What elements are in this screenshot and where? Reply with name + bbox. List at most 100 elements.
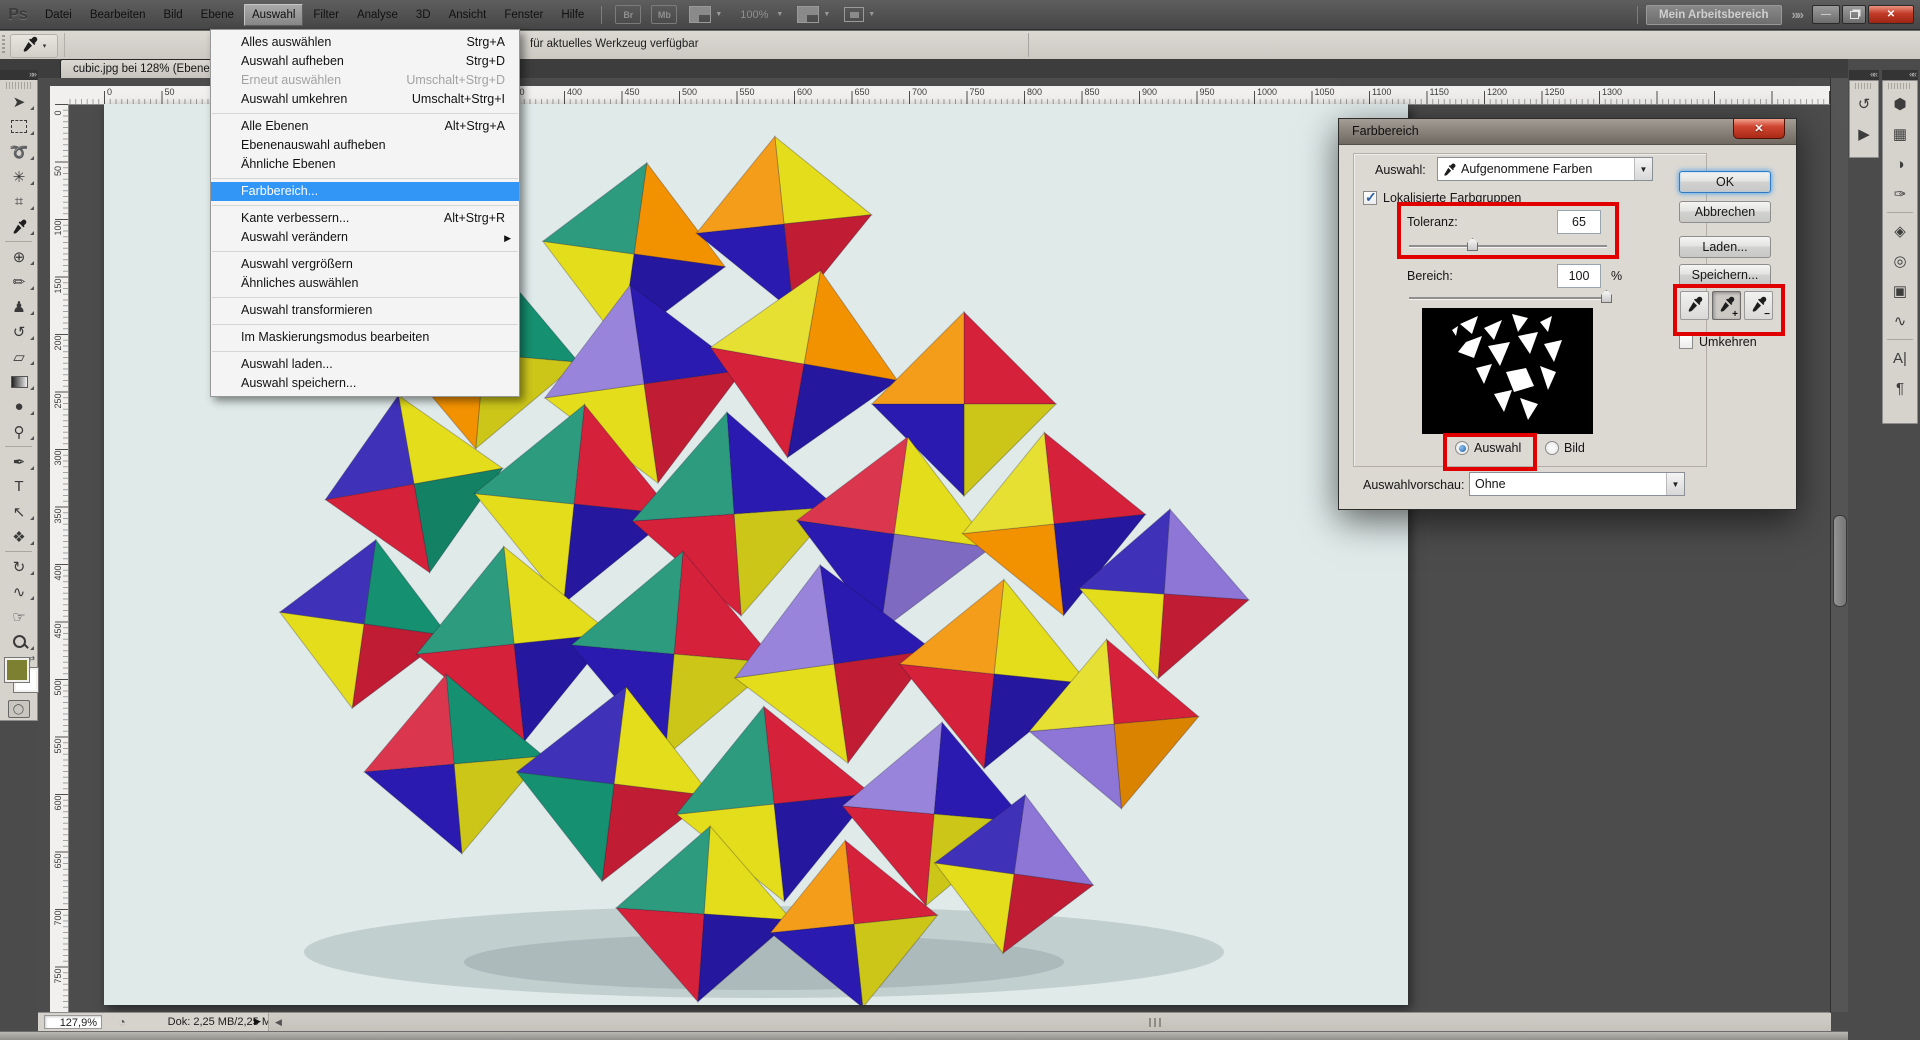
menu-analyse[interactable]: Analyse xyxy=(349,4,406,26)
scroll-left-arrow[interactable]: ◀ xyxy=(275,1017,282,1028)
spot-healing-tool[interactable]: ⊕ xyxy=(0,244,38,269)
workspace-overflow-chevron[interactable]: »» xyxy=(1792,7,1802,22)
workspace-button[interactable]: Mein Arbeitsbereich xyxy=(1646,5,1782,25)
vertical-scrollbar[interactable] xyxy=(1830,78,1848,1012)
view-extras-button[interactable]: ▼ xyxy=(689,6,722,23)
menu-item-auswahl-transformieren[interactable]: Auswahl transformieren xyxy=(211,301,519,320)
selection-preview-dropdown[interactable]: Ohne ▼ xyxy=(1469,472,1685,496)
tolerance-field[interactable]: 65 xyxy=(1557,210,1601,234)
horizontal-scrollbar-grip[interactable] xyxy=(1149,1018,1163,1027)
subtract-eyedropper-button[interactable]: − xyxy=(1744,291,1773,320)
panel-paths-icon[interactable]: ∿ xyxy=(1883,306,1917,336)
menu-item-erneut-auswählen[interactable]: Erneut auswählenUmschalt+Strg+D xyxy=(211,71,519,90)
restore-button[interactable] xyxy=(1842,5,1866,24)
panel-swatches-icon[interactable]: ▦ xyxy=(1883,119,1917,149)
range-slider[interactable] xyxy=(1409,297,1611,299)
type-tool[interactable]: T xyxy=(0,474,38,499)
selection-dropdown[interactable]: Aufgenommene Farben ▼ xyxy=(1437,157,1653,181)
menu-item-auswahl-vergrößern[interactable]: Auswahl vergrößern xyxy=(211,255,519,274)
current-tool-button[interactable]: ▾ xyxy=(10,34,58,58)
panel-layers-icon[interactable]: ◈ xyxy=(1883,216,1917,246)
path-selection-tool[interactable]: ↖ xyxy=(0,499,38,524)
preview-image-radio[interactable] xyxy=(1545,441,1559,455)
menu-item-auswahl-laden[interactable]: Auswahl laden... xyxy=(211,355,519,374)
blur-tool[interactable]: ● xyxy=(0,394,38,419)
panel-masks-icon[interactable]: ▣ xyxy=(1883,276,1917,306)
menu-item-ähnliche-ebenen[interactable]: Ähnliche Ebenen xyxy=(211,155,519,174)
crop-tool[interactable]: ⌗ xyxy=(0,189,38,214)
save-button[interactable]: Speichern... xyxy=(1679,264,1771,286)
toolbar-collapse-chevron[interactable]: »» xyxy=(0,70,38,80)
screen-mode-button[interactable]: ▼ xyxy=(844,7,875,22)
status-flyout-arrow[interactable]: ▶ xyxy=(254,1016,261,1027)
hand-tool[interactable]: ☞ xyxy=(0,604,38,629)
menu-datei[interactable]: Datei xyxy=(37,4,80,26)
panel-color-icon[interactable]: ⬢ xyxy=(1883,89,1917,119)
menu-item-im-maskierungsmodus-bearbeiten[interactable]: Im Maskierungsmodus bearbeiten xyxy=(211,328,519,347)
arrange-documents-button[interactable]: ▼ xyxy=(797,6,830,23)
menu-bearbeiten[interactable]: Bearbeiten xyxy=(82,4,154,26)
status-zoom-field[interactable]: 127,9% xyxy=(44,1015,102,1029)
menu-hilfe[interactable]: Hilfe xyxy=(553,4,592,26)
load-button[interactable]: Laden... xyxy=(1679,236,1771,258)
horizontal-scrollbar[interactable]: ◀ xyxy=(268,1013,1831,1032)
3d-orbit-tool[interactable]: ∿ xyxy=(0,579,38,604)
panel-paragraph-icon[interactable]: ¶ xyxy=(1883,373,1917,403)
eraser-tool[interactable]: ▱ xyxy=(0,344,38,369)
history-brush-tool[interactable]: ↺ xyxy=(0,319,38,344)
menu-ansicht[interactable]: Ansicht xyxy=(441,4,495,26)
dock-collapse-chevron[interactable]: «« xyxy=(1849,70,1879,80)
clone-stamp-tool[interactable]: ♟ xyxy=(0,294,38,319)
launch-mb-icon[interactable]: Mb xyxy=(651,5,677,24)
panel-character-icon[interactable]: A| xyxy=(1883,343,1917,373)
menu-filter[interactable]: Filter xyxy=(305,4,347,26)
launch-br-icon[interactable]: Br xyxy=(615,5,641,24)
foreground-color-swatch[interactable] xyxy=(5,658,29,682)
cancel-button[interactable]: Abbrechen xyxy=(1679,201,1771,223)
toolbar-grip[interactable] xyxy=(6,82,31,89)
menu-item-auswahl-aufheben[interactable]: Auswahl aufhebenStrg+D xyxy=(211,52,519,71)
eyedropper-button[interactable] xyxy=(1680,291,1709,320)
dialog-title-bar[interactable]: Farbbereich xyxy=(1339,119,1796,145)
dock-collapse-chevron[interactable]: «« xyxy=(1882,70,1918,80)
menu-fenster[interactable]: Fenster xyxy=(496,4,551,26)
menu-ebene[interactable]: Ebene xyxy=(193,4,242,26)
add-eyedropper-button[interactable]: + xyxy=(1712,291,1741,320)
quick-mask-button[interactable]: ◯ xyxy=(8,700,30,718)
brush-tool[interactable]: ✏ xyxy=(0,269,38,294)
eyedropper-tool[interactable] xyxy=(0,214,38,239)
panel-styles-icon[interactable]: ✑ xyxy=(1883,179,1917,209)
close-button[interactable]: ✕ xyxy=(1868,5,1914,24)
menu-item-kante-verbessern[interactable]: Kante verbessern...Alt+Strg+R xyxy=(211,209,519,228)
range-field[interactable]: 100 xyxy=(1557,264,1601,288)
gradient-tool[interactable] xyxy=(0,369,38,394)
quick-selection-tool[interactable]: ✳ xyxy=(0,164,38,189)
menu-bild[interactable]: Bild xyxy=(155,4,190,26)
menu-item-ähnliches-auswählen[interactable]: Ähnliches auswählen xyxy=(211,274,519,293)
invert-checkbox[interactable] xyxy=(1679,335,1693,349)
menu-item-auswahl-speichern[interactable]: Auswahl speichern... xyxy=(211,374,519,393)
dodge-tool[interactable]: ⚲ xyxy=(0,419,38,444)
vertical-scrollbar-thumb[interactable] xyxy=(1833,515,1847,607)
swap-colors-icon[interactable]: ⇄ xyxy=(28,654,35,663)
menu-item-farbbereich[interactable]: Farbbereich... xyxy=(211,182,519,201)
menu-item-ebenenauswahl-aufheben[interactable]: Ebenenauswahl aufheben xyxy=(211,136,519,155)
zoom-level-control[interactable]: 100% ▼ xyxy=(736,9,783,21)
custom-shape-tool[interactable]: ❖ xyxy=(0,524,38,549)
options-bar-grip[interactable] xyxy=(2,35,5,55)
3d-rotate-tool[interactable]: ↻ xyxy=(0,554,38,579)
panel-actions-icon[interactable]: ▶ xyxy=(1850,119,1878,149)
menu-3d[interactable]: 3D xyxy=(408,4,439,26)
panel-adjustments-icon[interactable]: ◑ xyxy=(1883,149,1917,179)
menu-auswahl[interactable]: Auswahl xyxy=(244,4,303,26)
ok-button[interactable]: OK xyxy=(1679,171,1771,193)
menu-item-alles-auswählen[interactable]: Alles auswählenStrg+A xyxy=(211,33,519,52)
minimize-button[interactable]: — xyxy=(1812,5,1840,24)
menu-item-auswahl-umkehren[interactable]: Auswahl umkehrenUmschalt+Strg+I xyxy=(211,90,519,109)
panel-history-icon[interactable]: ↺ xyxy=(1850,89,1878,119)
tolerance-slider[interactable] xyxy=(1409,245,1607,247)
lasso-tool[interactable]: ➰ xyxy=(0,139,38,164)
preview-selection-radio[interactable] xyxy=(1455,441,1469,455)
move-tool[interactable]: ➤ xyxy=(0,89,38,114)
menu-item-alle-ebenen[interactable]: Alle EbenenAlt+Strg+A xyxy=(211,117,519,136)
